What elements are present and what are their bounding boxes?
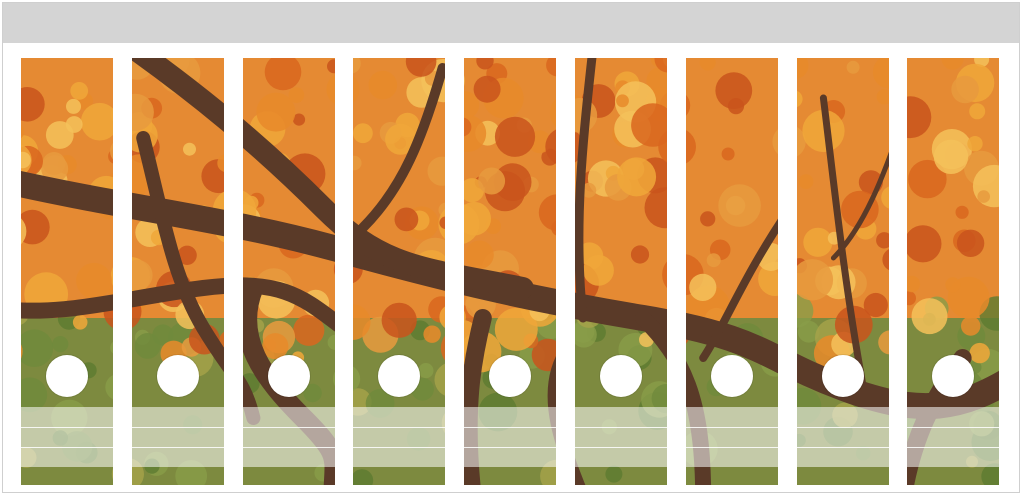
label-ruling-line <box>353 447 446 448</box>
spine-label-3 <box>242 58 335 485</box>
finger-hole <box>821 355 864 397</box>
label-ruling-line <box>685 427 778 428</box>
label-ruling-line <box>907 427 1000 428</box>
label-writing-field <box>796 407 889 467</box>
spine-label-6 <box>575 58 667 485</box>
finger-hole <box>710 355 753 397</box>
finger-hole <box>46 355 88 397</box>
label-ruling-line <box>464 447 557 448</box>
label-writing-field <box>353 407 446 467</box>
spine-label-1 <box>21 58 113 485</box>
spine-label-9 <box>907 58 1000 485</box>
label-writing-field <box>21 407 113 467</box>
finger-hole <box>156 355 199 397</box>
label-ruling-line <box>353 427 446 428</box>
spine-label-7 <box>685 58 778 485</box>
label-writing-field <box>131 407 224 467</box>
label-ruling-line <box>464 427 557 428</box>
label-ruling-line <box>131 427 224 428</box>
label-ruling-line <box>21 427 113 428</box>
label-writing-field <box>575 407 667 467</box>
label-sheet <box>2 2 1020 493</box>
label-writing-field <box>907 407 1000 467</box>
spine-label-2 <box>131 58 224 485</box>
label-ruling-line <box>685 447 778 448</box>
label-ruling-line <box>131 447 224 448</box>
label-ruling-line <box>796 447 889 448</box>
finger-hole <box>600 355 642 397</box>
finger-hole <box>489 355 532 397</box>
label-writing-field <box>464 407 557 467</box>
label-ruling-line <box>21 447 113 448</box>
top-band <box>3 3 1019 43</box>
label-ruling-line <box>907 447 1000 448</box>
finger-hole <box>267 355 310 397</box>
label-ruling-line <box>796 427 889 428</box>
spine-label-5 <box>464 58 557 485</box>
label-writing-field <box>685 407 778 467</box>
label-ruling-line <box>242 427 335 428</box>
label-writing-field <box>242 407 335 467</box>
label-ruling-line <box>242 447 335 448</box>
spine-label-8 <box>796 58 889 485</box>
label-ruling-line <box>575 427 667 428</box>
label-ruling-line <box>575 447 667 448</box>
spine-label-4 <box>353 58 446 485</box>
